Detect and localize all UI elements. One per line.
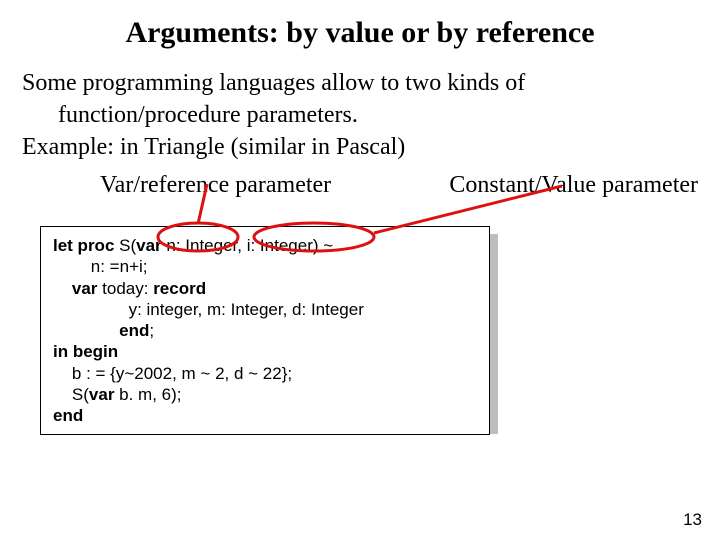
page-number: 13 xyxy=(683,510,702,530)
slide: Arguments: by value or by reference Some… xyxy=(0,0,720,540)
code-line: y: integer, m: Integer, d: Integer xyxy=(53,299,477,320)
code-line: n: =n+i; xyxy=(53,256,477,277)
text: ; xyxy=(149,321,154,340)
text: b. m, 6); xyxy=(119,385,181,404)
code-box-wrap: let proc S(var n: Integer, i: Integer) ~… xyxy=(22,226,698,435)
code-line: in begin xyxy=(53,341,477,362)
code-line: var today: record xyxy=(53,278,477,299)
kw-let-proc: let proc xyxy=(53,236,119,255)
text: S( xyxy=(119,236,136,255)
label-constant-value: Constant/Value parameter xyxy=(449,172,698,199)
kw-var: var xyxy=(53,279,102,298)
code-line: S(var b. m, 6); xyxy=(53,384,477,405)
kw-end: end xyxy=(119,321,149,340)
text: n: Integer, i: Integer) ~ xyxy=(166,236,333,255)
label-var-reference: Var/reference parameter xyxy=(100,172,331,199)
kw-record: record xyxy=(153,279,206,298)
slide-title: Arguments: by value or by reference xyxy=(22,16,698,50)
annotation-labels: Var/reference parameter Constant/Value p… xyxy=(22,172,698,212)
kw-var: var xyxy=(136,236,166,255)
paragraph-line: Example: in Triangle (similar in Pascal) xyxy=(22,132,698,162)
text: Some programming languages allow to two … xyxy=(22,70,525,96)
code-line: b : = {y~2002, m ~ 2, d ~ 22}; xyxy=(53,363,477,384)
text: S( xyxy=(53,385,89,404)
code-line: end; xyxy=(53,320,477,341)
text: function/procedure parameters. xyxy=(22,100,698,130)
paragraph-line: Some programming languages allow to two … xyxy=(22,68,698,98)
code-line: end xyxy=(53,405,477,426)
body-text: Some programming languages allow to two … xyxy=(22,68,698,162)
text: Example: in Triangle (similar in Pascal) xyxy=(22,134,405,160)
code-box: let proc S(var n: Integer, i: Integer) ~… xyxy=(40,226,490,435)
code-line: let proc S(var n: Integer, i: Integer) ~ xyxy=(53,235,477,256)
text: today: xyxy=(102,279,153,298)
text xyxy=(53,321,119,340)
kw-var: var xyxy=(89,385,119,404)
paragraph-line: function/procedure parameters. xyxy=(22,100,698,130)
